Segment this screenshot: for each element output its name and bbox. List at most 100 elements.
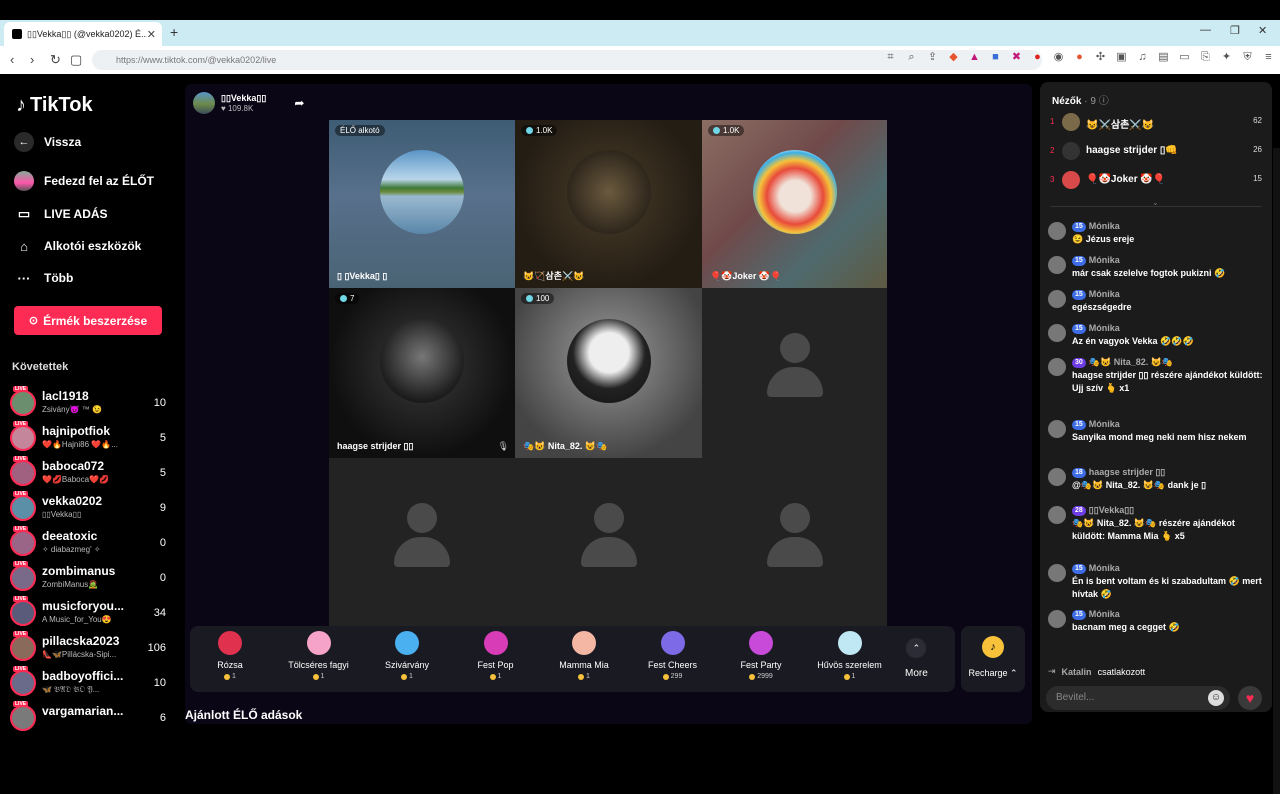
gift-price: 1 <box>452 673 540 680</box>
empty-guest-slot[interactable] <box>702 288 887 458</box>
gift-icon <box>749 631 773 655</box>
gem-icon <box>526 295 533 302</box>
screenshot-icon[interactable]: ⎘ <box>1200 52 1211 63</box>
extension-icon[interactable]: ▣ <box>1116 52 1127 63</box>
following-nickname: 🦋 𝔅𝔄𝔇 𝔅𝔒 𝔜... <box>42 685 100 694</box>
gift-item[interactable]: Fest Pop 1 <box>452 631 540 680</box>
viewers-title: Nézők · 9 ⓘ <box>1052 96 1109 107</box>
following-item[interactable]: LIVE vekka0202 ▯▯Vekka▯▯ 9 <box>10 491 170 524</box>
following-title: Követettek <box>12 361 69 373</box>
viewer-row[interactable]: 1 😺⚔️삼촌⚔️😺 62 <box>1050 113 1262 133</box>
viewer-rank: 1 <box>1050 117 1055 126</box>
translate-icon[interactable]: ⌗ <box>885 52 896 63</box>
following-item[interactable]: LIVE lacl1918 Zsivány😈 ™ 😉 10 <box>10 386 170 419</box>
chat-input[interactable]: Bevitel... <box>1046 686 1230 710</box>
gift-item[interactable]: Fest Cheers 299 <box>629 631 717 680</box>
share-icon[interactable]: ⇪ <box>927 52 938 63</box>
following-item[interactable]: LIVE baboca072 ❤️💋Baboca❤️💋 5 <box>10 456 170 489</box>
level-badge: 15 <box>1072 563 1086 574</box>
zoom-icon[interactable]: ⌕ <box>906 52 917 63</box>
extension-icon[interactable]: ✖ <box>1011 52 1022 63</box>
scrollbar[interactable] <box>1273 148 1280 794</box>
live-studio-link[interactable]: ▭ LIVE ADÁS <box>14 204 108 224</box>
viewer-count: 5 <box>159 432 166 444</box>
host-avatar[interactable] <box>193 92 215 114</box>
extension-icon[interactable]: ● <box>1032 52 1043 63</box>
more-link[interactable]: ··· Több <box>14 268 74 288</box>
gift-item[interactable]: Hűvös szerelem 1 <box>806 631 894 680</box>
empty-guest-slot[interactable] <box>329 458 515 630</box>
following-item[interactable]: LIVE deeatoxic ✧ diabazmeg' ✧ 0 <box>10 526 170 559</box>
gift-item[interactable]: Fest Party 2999 <box>717 631 805 680</box>
following-name: hajnipotfiok <box>42 424 110 438</box>
extension-icon[interactable]: ◉ <box>1053 52 1064 63</box>
info-icon[interactable]: ⓘ <box>1099 96 1109 107</box>
extension-icon[interactable]: ■ <box>990 52 1001 63</box>
avatar <box>1048 468 1066 486</box>
coin-icon <box>578 673 585 680</box>
more-gifts-button[interactable]: ⌃ More <box>905 638 928 679</box>
following-item[interactable]: LIVE hajnipotfiok ❤️🔥Hajni86 ❤️🔥... 5 <box>10 421 170 454</box>
gift-item[interactable]: Mamma Mia 1 <box>540 631 628 680</box>
bookmark-icon[interactable]: ▢ <box>70 52 82 68</box>
extension-icon[interactable]: ● <box>1074 52 1085 63</box>
explore-live-link[interactable]: Fedezd fel az ÉLŐT <box>14 171 154 191</box>
back-arrow-icon[interactable]: ‹ <box>10 52 14 67</box>
close-tab-icon[interactable]: ✕ <box>147 28 156 41</box>
tiktok-app: ♪ TikTok ← Vissza Fedezd fel az ÉLŐT ▭ L… <box>0 74 1280 794</box>
tiktok-logo[interactable]: ♪ TikTok <box>16 94 93 117</box>
viewer-row[interactable]: 3 🎈🤡Joker 🤡🎈 15 <box>1050 171 1262 191</box>
message-body: 15 Mónika már csak szelelve fogtok pukizn… <box>1072 254 1264 280</box>
brave-shield-icon[interactable]: ◆ <box>948 52 959 63</box>
back-arrow-icon: ← <box>14 132 34 152</box>
minimize-icon[interactable]: — <box>1200 24 1211 36</box>
following-item[interactable]: LIVE badboyoffici... 🦋 𝔅𝔄𝔇 𝔅𝔒 𝔜... 10 <box>10 666 170 699</box>
emoji-icon[interactable]: ☺ <box>1208 690 1224 706</box>
vpn-icon[interactable]: ⛨ <box>1242 52 1253 63</box>
following-item[interactable]: LIVE vargamarian... 6 <box>10 701 170 734</box>
forward-arrow-icon[interactable]: › <box>30 52 34 67</box>
gift-item[interactable]: Tölcséres fagyi 1 <box>275 631 363 680</box>
guest-cell[interactable]: 100 🎭😺 Nita_82. 😺🎭 <box>515 288 702 458</box>
guest-cell[interactable]: 1.0K 🎈🤡Joker 🤡🎈 <box>702 120 887 288</box>
share-arrow-icon[interactable]: ➦ <box>294 96 304 110</box>
sidebar-icon[interactable]: ▤ <box>1158 52 1169 63</box>
wallet-icon[interactable]: ▭ <box>1179 52 1190 63</box>
get-coins-button[interactable]: ⊙ Érmék beszerzése <box>14 306 162 335</box>
guest-cell[interactable]: 1.0K 😺🏹삼촌⚔️😺 <box>515 120 702 288</box>
message-text: már csak szelelve fogtok pukizni 🤣 <box>1072 268 1226 278</box>
gift-item[interactable]: Szivárvány 1 <box>363 631 451 680</box>
back-link[interactable]: ← Vissza <box>14 132 81 152</box>
following-item[interactable]: LIVE zombimanus ZombiManus🧟 0 <box>10 561 170 594</box>
empty-guest-slot[interactable] <box>702 458 887 630</box>
avatar <box>10 670 36 696</box>
avatar <box>1062 113 1080 131</box>
following-item[interactable]: LIVE musicforyou... A Music_for_You😍 34 <box>10 596 170 629</box>
gift-item[interactable]: Rózsa 1 <box>186 631 274 680</box>
viewer-row[interactable]: 2 haagse strijder ▯👊 26 <box>1050 142 1262 162</box>
following-item[interactable]: LIVE pillacska2023 👠🦋Pillácska-Sipi... 1… <box>10 631 170 664</box>
coin-icon <box>312 673 319 680</box>
reload-icon[interactable]: ↻ <box>50 52 61 68</box>
following-nickname: Zsivány😈 ™ 😉 <box>42 405 102 414</box>
music-icon[interactable]: ♫ <box>1137 52 1148 63</box>
empty-guest-slot[interactable] <box>515 458 702 630</box>
guest-cell-host[interactable]: ÉLŐ alkotó ▯ ▯Vekka▯ ▯ <box>329 120 515 288</box>
maximize-icon[interactable]: ❐ <box>1230 24 1240 37</box>
gift-icon <box>660 631 685 655</box>
creator-tools-link[interactable]: ⌂ Alkotói eszközök <box>14 236 141 256</box>
guest-cell[interactable]: 7 haagse strijder ▯▯ 🎙 <box>329 288 515 458</box>
menu-icon[interactable]: ≡ <box>1263 52 1274 63</box>
host-name[interactable]: ▯▯Vekka▯▯ <box>221 93 266 104</box>
close-window-icon[interactable]: ✕ <box>1258 24 1267 37</box>
warning-icon[interactable]: ▲ <box>969 52 980 63</box>
like-heart-button[interactable]: ♥ <box>1238 686 1262 710</box>
browser-tab[interactable]: ▯▯Vekka▯▯ (@vekka0202) É... ✕ <box>4 22 162 46</box>
avatar <box>10 565 36 591</box>
gem-icon <box>713 127 720 134</box>
recharge-button[interactable]: ♪ Recharge ⌃ <box>961 626 1025 692</box>
new-tab-button[interactable]: + <box>170 24 178 40</box>
puzzle-icon[interactable]: ✣ <box>1095 52 1106 63</box>
sparkle-icon[interactable]: ✦ <box>1221 52 1232 63</box>
guest-name: haagse strijder ▯▯ <box>337 441 414 451</box>
